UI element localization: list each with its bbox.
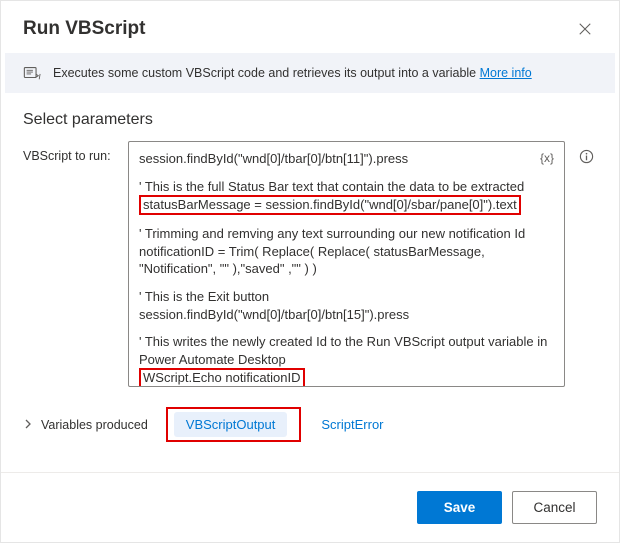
code-line: ' This writes the newly created Id to th…	[139, 333, 554, 368]
close-icon	[578, 22, 592, 36]
variable-token-button[interactable]: {x}	[540, 150, 554, 166]
field-info-button[interactable]	[575, 141, 597, 164]
chevron-right-icon	[23, 419, 33, 429]
code-line: notificationID = Trim( Replace( Replace(…	[139, 243, 554, 278]
section-title: Select parameters	[1, 93, 619, 141]
more-info-link[interactable]: More info	[480, 66, 532, 80]
info-bar: Executes some custom VBScript code and r…	[5, 53, 615, 93]
variables-produced-label: Variables produced	[41, 418, 148, 432]
dialog-footer: Save Cancel	[1, 472, 619, 542]
dialog-title: Run VBScript	[23, 18, 145, 40]
cancel-button[interactable]: Cancel	[512, 491, 597, 524]
variable-pill-output[interactable]: VBScriptOutput	[174, 412, 288, 437]
highlight-statusbar-line: statusBarMessage = session.findById("wnd…	[139, 195, 521, 215]
highlight-echo-line: WScript.Echo notificationID	[139, 368, 305, 387]
script-icon	[23, 64, 41, 82]
variable-pill-scripterror[interactable]: ScriptError	[309, 412, 395, 437]
info-icon	[579, 149, 594, 164]
dialog-run-vbscript: Run VBScript Executes some custom VBScri…	[0, 0, 620, 543]
code-line: ' This is the full Status Bar text that …	[139, 178, 554, 196]
save-button[interactable]: Save	[417, 491, 502, 524]
close-button[interactable]	[573, 17, 597, 41]
param-label: VBScript to run:	[23, 141, 118, 163]
param-row: VBScript to run: {x} session.findById("w…	[1, 141, 619, 387]
dialog-header: Run VBScript	[1, 1, 619, 53]
code-line: session.findById("wnd[0]/tbar[0]/btn[15]…	[139, 306, 554, 324]
info-text: Executes some custom VBScript code and r…	[53, 66, 532, 80]
code-line: ' This is the Exit button	[139, 288, 554, 306]
highlight-output-variable: VBScriptOutput	[166, 407, 302, 442]
expand-variables-toggle[interactable]	[23, 418, 33, 432]
vbscript-input[interactable]: {x} session.findById("wnd[0]/tbar[0]/btn…	[128, 141, 565, 387]
code-line: ' Trimming and remving any text surround…	[139, 225, 554, 243]
code-area-wrap: {x} session.findById("wnd[0]/tbar[0]/btn…	[128, 141, 565, 387]
variables-produced-row: Variables produced VBScriptOutput Script…	[1, 387, 619, 442]
code-line: session.findById("wnd[0]/tbar[0]/btn[11]…	[139, 150, 554, 168]
